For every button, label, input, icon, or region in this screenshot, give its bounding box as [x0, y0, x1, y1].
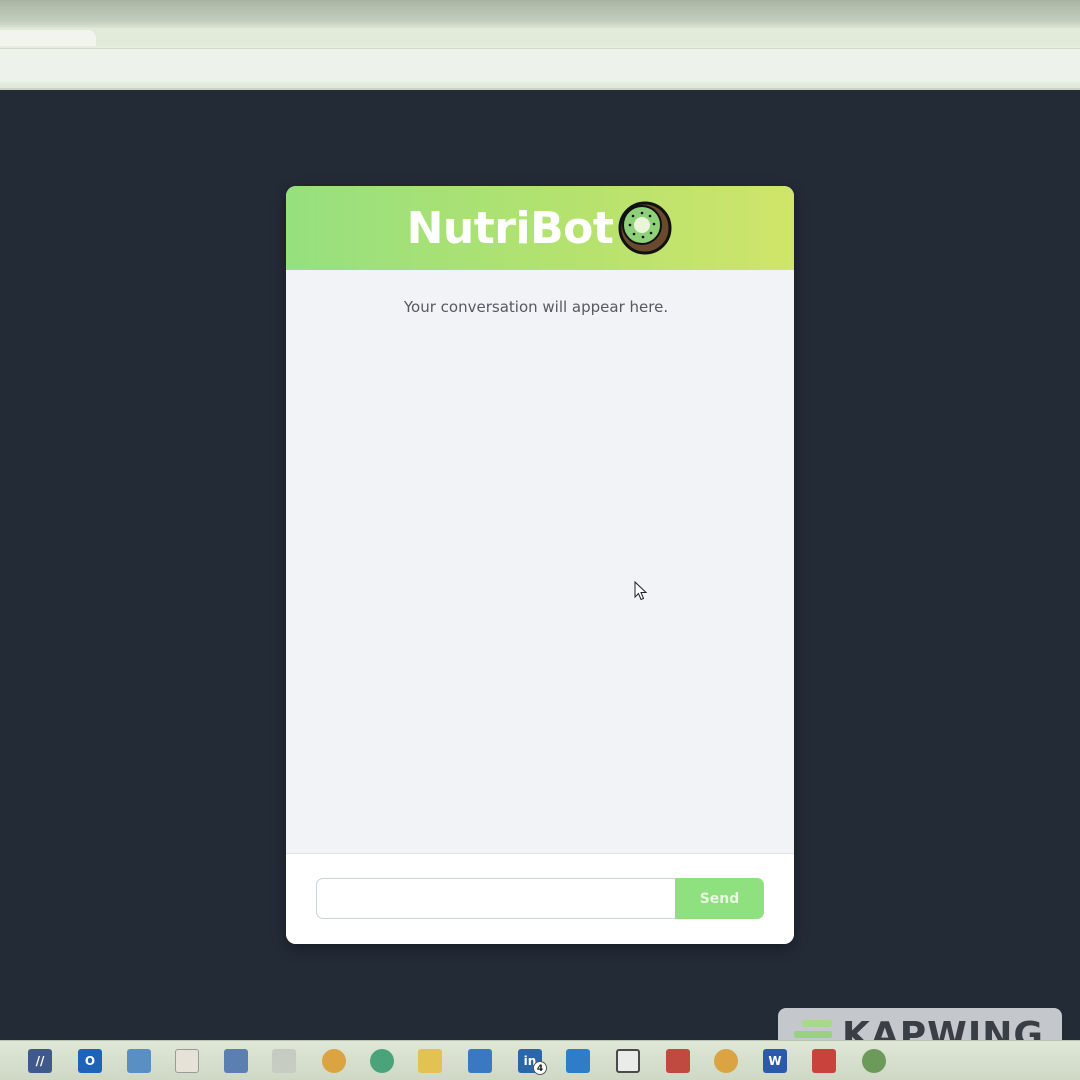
- composer: Send: [286, 854, 794, 944]
- checkmark-app-icon[interactable]: [127, 1049, 151, 1073]
- outlook-icon[interactable]: O: [78, 1049, 102, 1073]
- shield-icon[interactable]: [666, 1049, 690, 1073]
- image-editor-icon[interactable]: [468, 1049, 492, 1073]
- chat-header: NutriBot: [286, 186, 794, 270]
- chrome-icon-2[interactable]: [714, 1049, 738, 1073]
- chat-window: NutriBot Your conversation will appear h…: [286, 186, 794, 944]
- browser-tabstrip: [0, 28, 1080, 46]
- network-icon[interactable]: [862, 1049, 886, 1073]
- kiwi-icon: [618, 201, 672, 255]
- message-list: Your conversation will appear here.: [286, 270, 794, 854]
- word-icon[interactable]: W: [763, 1049, 787, 1073]
- vscode-icon[interactable]: [566, 1049, 590, 1073]
- chrome-icon[interactable]: [322, 1049, 346, 1073]
- empty-conversation-text: Your conversation will appear here.: [403, 298, 669, 316]
- mouse-cursor-icon: [634, 581, 648, 601]
- browser-active-tab[interactable]: [0, 30, 96, 46]
- send-button[interactable]: Send: [675, 878, 764, 919]
- calendar-icon[interactable]: [224, 1049, 248, 1073]
- taskbar: // O in 4 W: [0, 1040, 1080, 1080]
- notepad-icon[interactable]: [272, 1049, 296, 1073]
- browser-toolbar: [0, 48, 1080, 82]
- linkedin-badge: 4: [533, 1061, 547, 1075]
- app-title: NutriBot: [406, 202, 614, 254]
- browser-icon[interactable]: [370, 1049, 394, 1073]
- document-icon[interactable]: [175, 1049, 199, 1073]
- app-g-icon[interactable]: [616, 1049, 640, 1073]
- app-icon[interactable]: //: [28, 1049, 52, 1073]
- message-input[interactable]: [316, 878, 676, 919]
- browser-chrome: [0, 0, 1080, 90]
- folder-icon[interactable]: [418, 1049, 442, 1073]
- pdf-icon[interactable]: [812, 1049, 836, 1073]
